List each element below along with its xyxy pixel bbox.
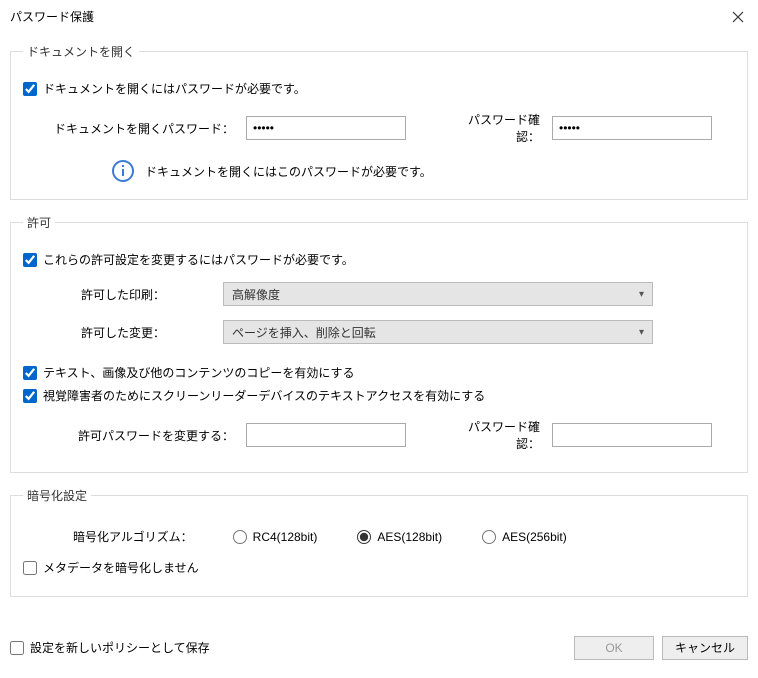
no-encrypt-metadata-label: メタデータを暗号化しません: [43, 559, 199, 576]
ok-button[interactable]: OK: [574, 636, 654, 660]
allowed-print-label: 許可した印刷：: [23, 286, 223, 303]
require-permission-password-label: これらの許可設定を変更するにはパスワードが必要です。: [43, 251, 354, 268]
require-open-password-checkbox[interactable]: [23, 82, 37, 96]
permission-password-label: 許可パスワードを変更する：: [23, 427, 238, 444]
dialog-title: パスワード保護: [10, 8, 94, 25]
algo-aes128-radio[interactable]: [357, 530, 371, 544]
save-as-policy-label: 設定を新しいポリシーとして保存: [30, 639, 210, 656]
enable-screenreader-label: 視覚障害者のためにスクリーンリーダーデバイスのテキストアクセスを有効にする: [43, 387, 485, 404]
algo-aes128-label: AES(128bit): [377, 530, 442, 544]
open-password-label: ドキュメントを開くパスワード：: [23, 120, 238, 137]
cancel-button[interactable]: キャンセル: [662, 636, 748, 660]
permissions-legend: 許可: [23, 214, 55, 231]
allowed-change-select[interactable]: ページを挿入、削除と回転 ▾: [223, 320, 653, 344]
encryption-algorithm-label: 暗号化アルゴリズム：: [73, 528, 193, 545]
chevron-down-icon: ▾: [639, 289, 644, 300]
allowed-change-value: ページを挿入、削除と回転: [232, 324, 376, 341]
enable-screenreader-checkbox[interactable]: [23, 389, 37, 403]
close-button[interactable]: [730, 9, 746, 25]
algo-rc4-radio[interactable]: [233, 530, 247, 544]
require-permission-password-checkbox[interactable]: [23, 253, 37, 267]
no-encrypt-metadata-checkbox[interactable]: [23, 561, 37, 575]
open-password-input[interactable]: [246, 116, 406, 140]
info-icon: [111, 159, 135, 183]
allowed-print-select[interactable]: 高解像度 ▾: [223, 282, 653, 306]
chevron-down-icon: ▾: [639, 327, 644, 338]
algo-rc4-label: RC4(128bit): [253, 530, 318, 544]
open-document-group: ドキュメントを開く ドキュメントを開くにはパスワードが必要です。 ドキュメントを…: [10, 43, 748, 200]
encryption-group: 暗号化設定 暗号化アルゴリズム： RC4(128bit) AES(128bit)…: [10, 487, 748, 597]
permission-password-input[interactable]: [246, 423, 406, 447]
require-open-password-label: ドキュメントを開くにはパスワードが必要です。: [43, 80, 306, 97]
permission-password-confirm-input[interactable]: [552, 423, 712, 447]
save-as-policy-checkbox[interactable]: [10, 641, 24, 655]
open-password-confirm-input[interactable]: [552, 116, 712, 140]
allowed-print-value: 高解像度: [232, 286, 280, 303]
algo-aes256-radio[interactable]: [482, 530, 496, 544]
close-icon: [732, 11, 744, 23]
open-password-confirm-label: パスワード確認：: [454, 111, 544, 145]
encryption-legend: 暗号化設定: [23, 487, 91, 504]
permission-password-confirm-label: パスワード確認：: [454, 418, 544, 452]
enable-copy-checkbox[interactable]: [23, 366, 37, 380]
permissions-group: 許可 これらの許可設定を変更するにはパスワードが必要です。 許可した印刷： 高解…: [10, 214, 748, 473]
open-document-legend: ドキュメントを開く: [23, 43, 139, 60]
algo-aes256-label: AES(256bit): [502, 530, 567, 544]
allowed-change-label: 許可した変更：: [23, 324, 223, 341]
info-text: ドキュメントを開くにはこのパスワードが必要です。: [145, 163, 432, 180]
enable-copy-label: テキスト、画像及び他のコンテンツのコピーを有効にする: [43, 364, 355, 381]
